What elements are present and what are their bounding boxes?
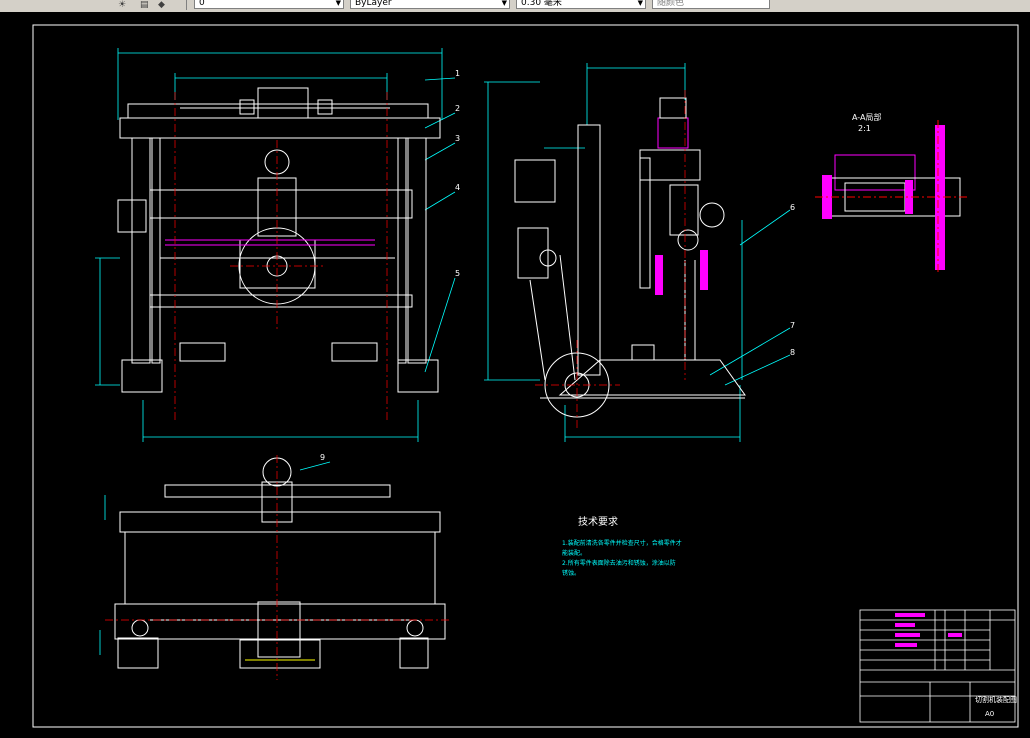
layer-dropdown[interactable]: 0 ▼ xyxy=(194,0,344,9)
sheet-size: A0 xyxy=(985,710,994,718)
tech-title: 技术要求 xyxy=(578,515,618,528)
lineweight-dropdown[interactable]: 0.30 毫米 ▼ xyxy=(516,0,646,9)
cad-drawing[interactable]: A-A局部 2:1 1 2 3 4 5 6 7 8 9 技术要求 1.装配前清洗… xyxy=(0,12,1030,738)
tech-note-line: 锈蚀。 xyxy=(562,569,580,577)
plotstyle-dropdown[interactable]: 随颜色 xyxy=(652,0,770,9)
svg-text:3: 3 xyxy=(455,134,460,143)
svg-text:9: 9 xyxy=(320,453,325,462)
title-block: 切割机装配图 A0 xyxy=(859,609,1017,723)
top-view xyxy=(99,455,450,680)
section-label: A-A局部 xyxy=(852,112,881,122)
layer-dropdown-value: 0 xyxy=(199,0,205,8)
svg-text:5: 5 xyxy=(455,269,460,278)
dropdown-icon[interactable]: ▼ xyxy=(638,0,643,8)
drawing-name: 切割机装配图 xyxy=(975,695,1017,704)
svg-text:6: 6 xyxy=(790,203,795,212)
part-balloons: 1 2 3 4 5 6 7 8 9 xyxy=(320,69,795,462)
technical-requirements: 技术要求 1.装配前清洗各零件并检查尺寸，合格零件才 能装配。 2.所有零件表面… xyxy=(562,515,682,577)
section-view: A-A局部 2:1 xyxy=(815,112,970,275)
layer-icon[interactable]: ▤ xyxy=(140,0,149,10)
dropdown-icon[interactable]: ▼ xyxy=(502,0,507,8)
svg-text:4: 4 xyxy=(455,183,460,192)
svg-text:8: 8 xyxy=(790,348,795,357)
color-icon[interactable]: ◆ xyxy=(158,0,165,10)
front-view xyxy=(95,48,456,442)
linetype-dropdown[interactable]: ByLayer ▼ xyxy=(350,0,510,9)
svg-text:2: 2 xyxy=(455,104,460,113)
drawing-canvas[interactable]: A-A局部 2:1 1 2 3 4 5 6 7 8 9 技术要求 1.装配前清洗… xyxy=(0,12,1030,738)
svg-text:7: 7 xyxy=(790,321,795,330)
svg-text:1: 1 xyxy=(455,69,460,78)
section-scale: 2:1 xyxy=(858,124,871,133)
layer-state-icon[interactable]: ☀ xyxy=(118,0,126,10)
tech-note-line: 2.所有零件表面除去油污和锈蚀，涂油以防 xyxy=(562,559,676,567)
tech-note-line: 1.装配前清洗各零件并检查尺寸，合格零件才 xyxy=(562,539,682,547)
side-view xyxy=(484,63,791,442)
tech-note-line: 能装配。 xyxy=(562,549,586,557)
lineweight-dropdown-value: 0.30 毫米 xyxy=(521,0,562,8)
linetype-dropdown-value: ByLayer xyxy=(355,0,392,8)
plotstyle-dropdown-value: 随颜色 xyxy=(657,0,685,8)
toolbar-separator xyxy=(186,0,187,10)
dropdown-icon[interactable]: ▼ xyxy=(336,0,341,8)
